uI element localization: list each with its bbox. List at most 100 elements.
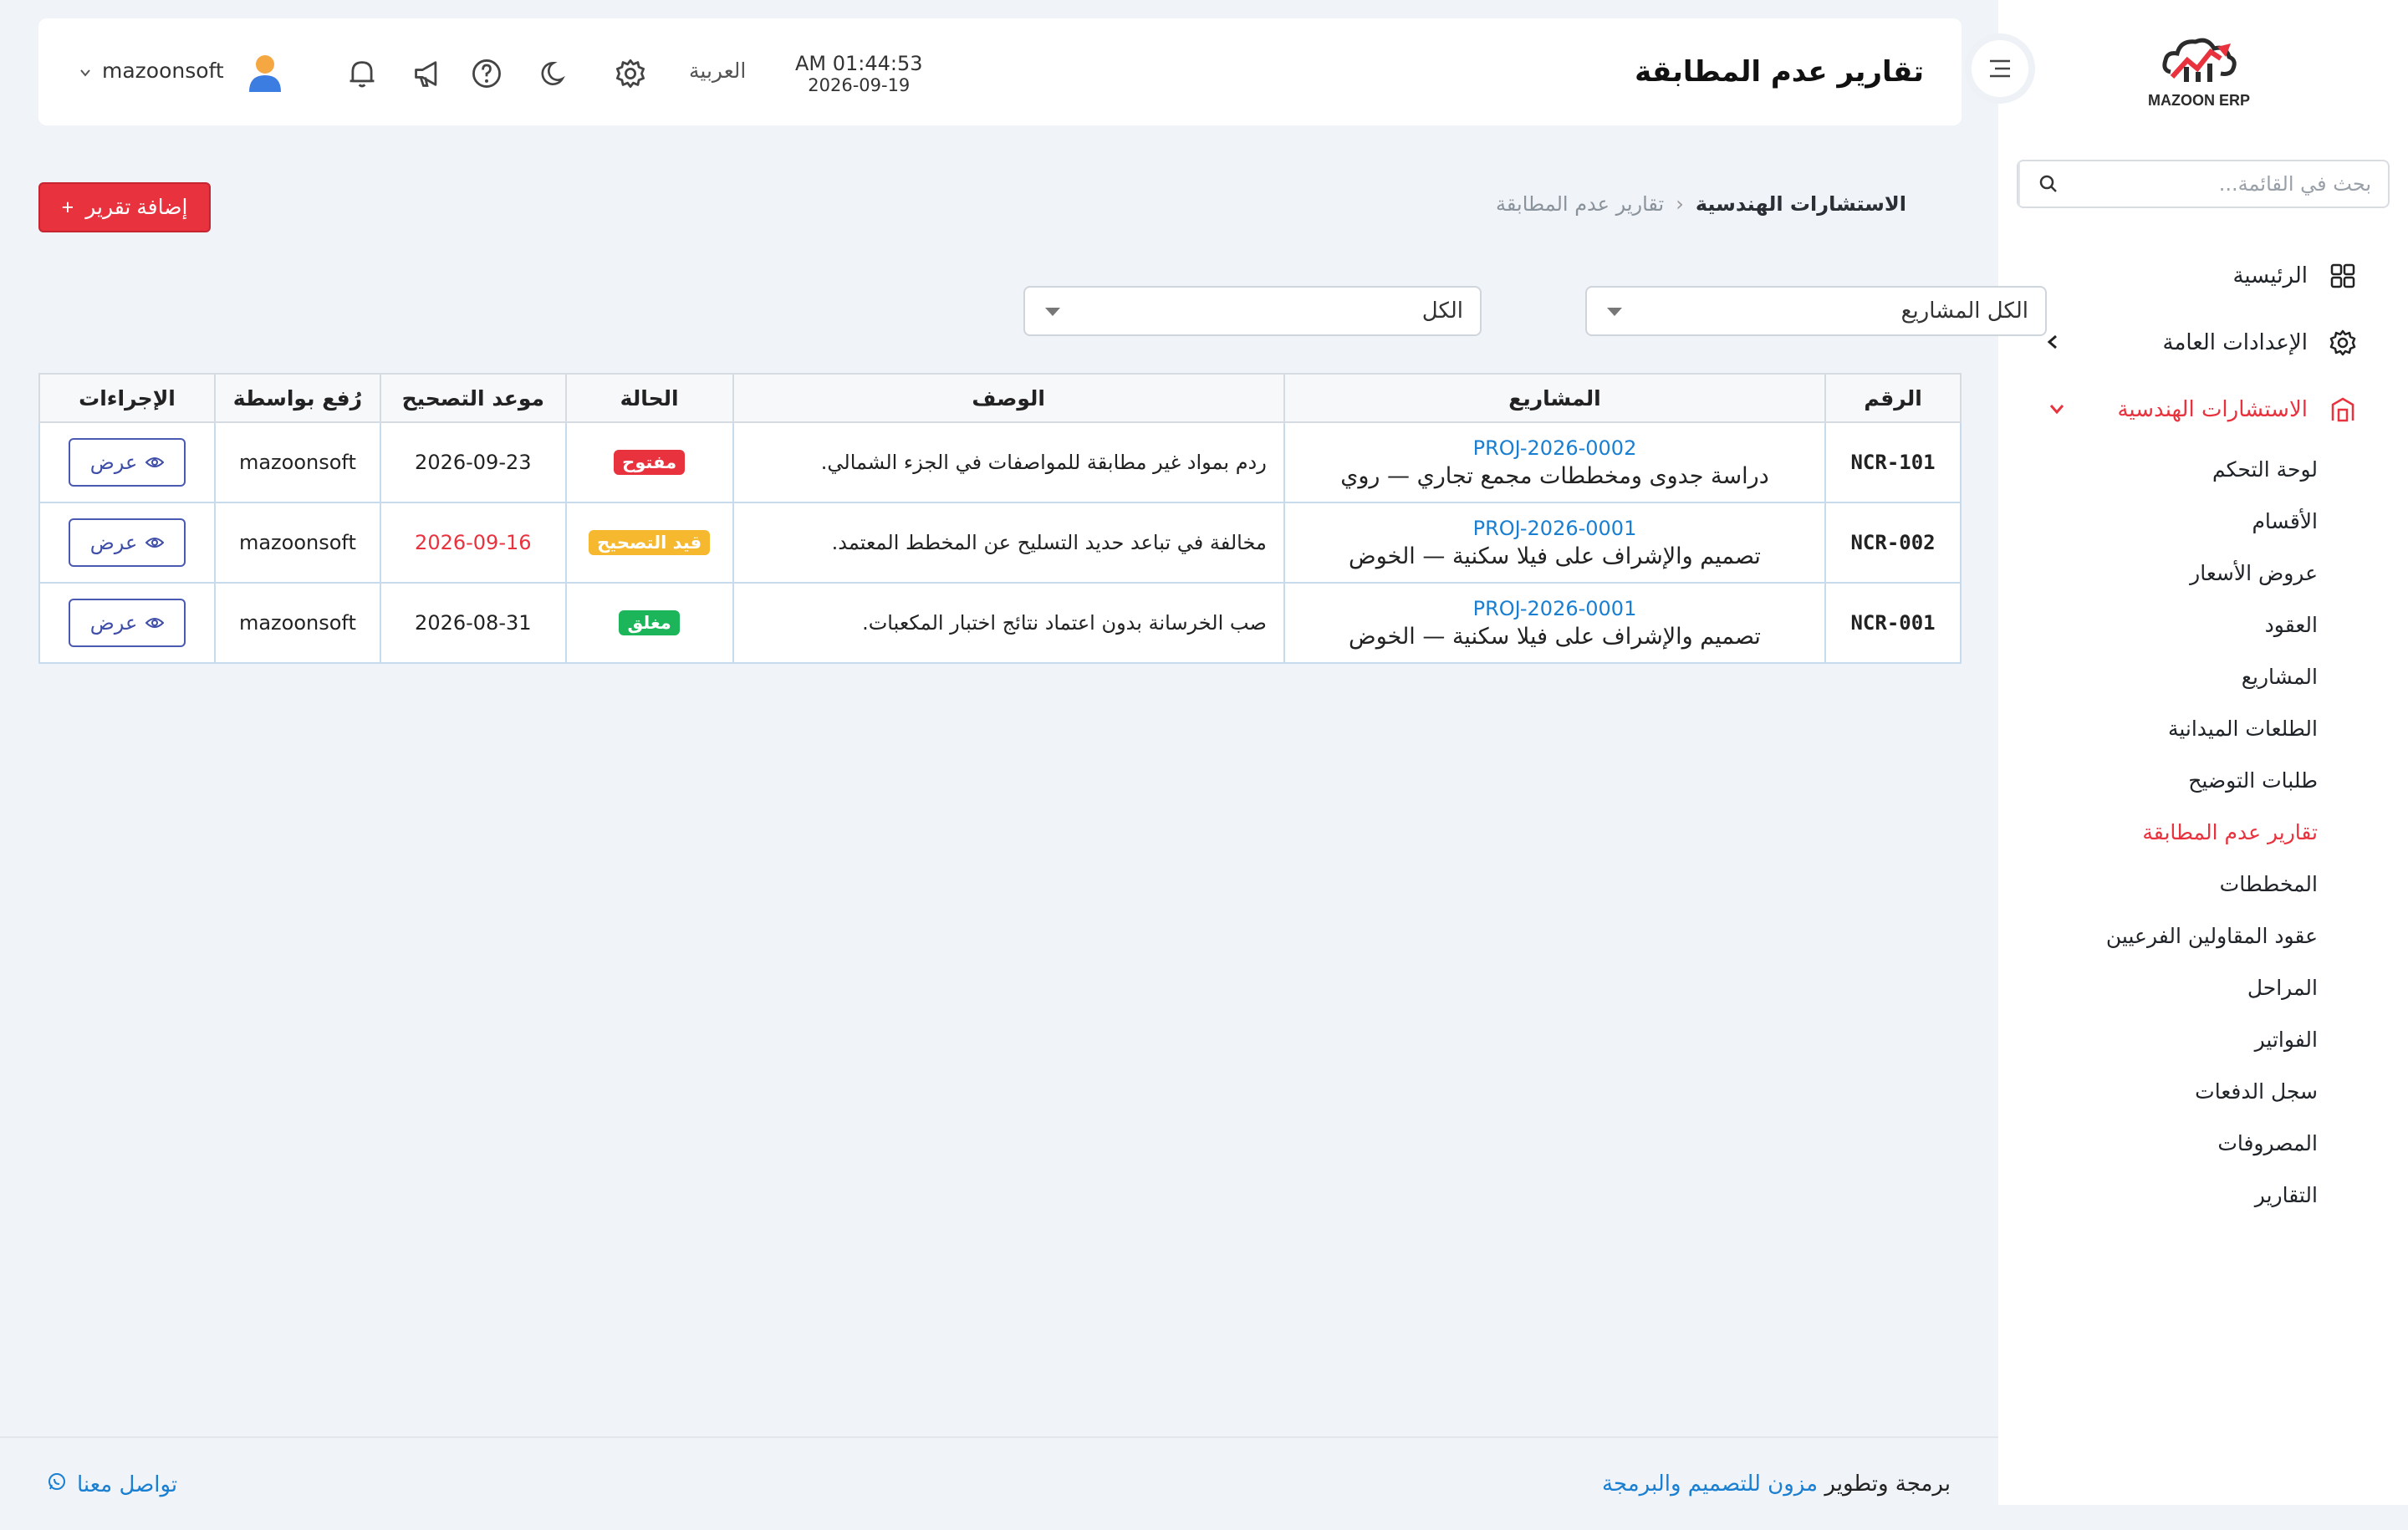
- sidebar-subitem[interactable]: طلبات التوضيح: [1998, 754, 2318, 806]
- ncr-number: NCR-002: [1824, 502, 1962, 584]
- chevron-left-icon: [2044, 329, 2061, 360]
- actions-cell: عرض: [38, 502, 216, 584]
- sidebar-item-label: الإعدادات العامة: [2162, 330, 2308, 355]
- sidebar-subitem-active[interactable]: تقارير عدم المطابقة: [1998, 806, 2318, 858]
- status-filter-select[interactable]: الكل: [1023, 286, 1482, 336]
- sidebar-subitem[interactable]: المصروفات: [1998, 1117, 2318, 1169]
- status-cell: قيد التصحيح: [564, 502, 734, 584]
- caret-down-icon: [1045, 308, 1060, 316]
- contact-link[interactable]: تواصل معنا: [47, 1471, 177, 1497]
- sidebar-search[interactable]: [2017, 160, 2390, 208]
- sidebar-subitem[interactable]: عروض الأسعار: [1998, 547, 2318, 599]
- project-code-link[interactable]: PROJ-2026-0001: [1285, 597, 1824, 620]
- project-name: تصميم والإشراف على فيلا سكنية — الخوض: [1349, 623, 1761, 650]
- gear-icon[interactable]: [612, 55, 649, 92]
- sidebar-subitem[interactable]: المشاريع: [1998, 650, 2318, 702]
- description: صب الخرسانة بدون اعتماد نتائج اختبار الم…: [732, 582, 1285, 664]
- sidebar-item-home[interactable]: الرئيسية: [1998, 242, 2408, 309]
- column-header[interactable]: رُفع بواسطة: [213, 373, 381, 423]
- sidebar-subitem[interactable]: الفواتير: [1998, 1013, 2318, 1065]
- project-filter-value: الكل المشاريع: [1900, 298, 2028, 324]
- project-cell: PROJ-2026-0002 دراسة جدوى ومخططات مجمع ت…: [1283, 421, 1827, 503]
- due-date: 2026-08-31: [379, 582, 567, 664]
- chevron-down-icon: [2044, 396, 2069, 427]
- breadcrumb-current: تقارير عدم المطابقة: [1496, 192, 1665, 216]
- project-filter-select[interactable]: الكل المشاريع: [1585, 286, 2047, 336]
- sidebar-subitem[interactable]: الطلعات الميدانية: [1998, 702, 2318, 754]
- gear-icon: [2328, 328, 2358, 358]
- column-header[interactable]: المشاريع: [1283, 373, 1827, 423]
- description: ردم بمواد غير مطابقة للمواصفات في الجزء …: [732, 421, 1285, 503]
- project-name: دراسة جدوى ومخططات مجمع تجاري — روي: [1340, 462, 1769, 489]
- plus-icon: +: [61, 195, 74, 219]
- column-header[interactable]: موعد التصحيح: [379, 373, 567, 423]
- building-icon: [2328, 395, 2358, 425]
- status-badge: مفتوح: [614, 450, 686, 475]
- credit-prefix: برمجة وتطوير: [1824, 1471, 1951, 1497]
- column-header[interactable]: الرقم: [1824, 373, 1962, 423]
- add-report-button[interactable]: إضافة تقرير +: [38, 182, 211, 232]
- language-switch[interactable]: العربية: [689, 59, 746, 83]
- ncr-number: NCR-001: [1824, 582, 1962, 664]
- username: mazoonsoft: [102, 59, 224, 83]
- breadcrumb-parent[interactable]: الاستشارات الهندسية: [1696, 192, 1906, 216]
- search-icon[interactable]: [2018, 161, 2077, 207]
- sidebar-subitem[interactable]: الأقسام: [1998, 495, 2318, 547]
- sidebar-subitem[interactable]: العقود: [1998, 599, 2318, 650]
- sidebar-search-input[interactable]: [2077, 163, 2388, 205]
- ncr-table: الرقم المشاريع الوصف الحالة موعد التصحيح…: [38, 373, 1962, 664]
- column-header[interactable]: الوصف: [732, 373, 1285, 423]
- status-filter-value: الكل: [1421, 298, 1463, 324]
- user-menu[interactable]: mazoonsoft: [79, 59, 224, 83]
- column-header[interactable]: الحالة: [564, 373, 734, 423]
- description: مخالفة في تباعد حديد التسليح عن المخطط ا…: [732, 502, 1285, 584]
- clock-time: AM 01:44:53: [795, 52, 923, 75]
- sidebar-subitem[interactable]: المراحل: [1998, 961, 2318, 1013]
- actions-cell: عرض: [38, 582, 216, 664]
- view-button[interactable]: عرض: [68, 599, 186, 647]
- logo[interactable]: MAZOON ERP: [2145, 33, 2253, 113]
- sidebar-subitem[interactable]: سجل الدفعات: [1998, 1065, 2318, 1117]
- sidebar-menu: الرئيسية الإعدادات العامة الاستشارات اله…: [1998, 242, 2408, 1221]
- sidebar-item-general-settings[interactable]: الإعدادات العامة: [1998, 309, 2408, 376]
- sidebar-subitem[interactable]: عقود المقاولين الفرعيين: [1998, 910, 2318, 961]
- avatar[interactable]: [244, 52, 286, 94]
- footer: برمجة وتطوير مزون للتصميم والبرمجة تواصل…: [0, 1436, 1998, 1530]
- project-cell: PROJ-2026-0001 تصميم والإشراف على فيلا س…: [1283, 582, 1827, 664]
- help-icon[interactable]: [468, 55, 505, 92]
- clock: AM 01:44:53 2026-09-19: [795, 52, 923, 95]
- status-cell: مفتوح: [564, 421, 734, 503]
- logo-text: MAZOON ERP: [2147, 92, 2250, 109]
- actions-cell: عرض: [38, 421, 216, 503]
- due-date-overdue: 2026-09-16: [379, 502, 567, 584]
- moon-icon[interactable]: [537, 55, 574, 92]
- credit-link[interactable]: مزون للتصميم والبرمجة: [1602, 1471, 1818, 1497]
- page-title: تقارير عدم المطابقة: [1635, 55, 1924, 89]
- sidebar-submenu: لوحة التحكم الأقسام عروض الأسعار العقود …: [1998, 443, 2408, 1221]
- ncr-number: NCR-101: [1824, 421, 1962, 503]
- uploaded-by: mazoonsoft: [213, 421, 381, 503]
- project-code-link[interactable]: PROJ-2026-0002: [1285, 436, 1824, 460]
- chevron-down-icon: [79, 59, 92, 83]
- top-header: تقارير عدم المطابقة AM 01:44:53 2026-09-…: [38, 18, 1962, 125]
- view-button[interactable]: عرض: [68, 438, 186, 487]
- status-cell: مغلق: [564, 582, 734, 664]
- table-row: NCR-101 PROJ-2026-0002 دراسة جدوى ومخططا…: [38, 421, 1962, 503]
- sidebar-subitem[interactable]: لوحة التحكم: [1998, 443, 2318, 495]
- project-cell: PROJ-2026-0001 تصميم والإشراف على فيلا س…: [1283, 502, 1827, 584]
- eye-icon: [145, 451, 165, 474]
- bell-icon[interactable]: [344, 55, 380, 92]
- footer-credit: برمجة وتطوير مزون للتصميم والبرمجة: [1602, 1471, 1951, 1497]
- view-button[interactable]: عرض: [68, 518, 186, 567]
- status-badge: قيد التصحيح: [589, 530, 711, 555]
- sidebar-item-engineering[interactable]: الاستشارات الهندسية: [1998, 376, 2408, 443]
- project-code-link[interactable]: PROJ-2026-0001: [1285, 517, 1824, 540]
- sidebar-subitem[interactable]: التقارير: [1998, 1169, 2318, 1221]
- grid-icon: [2328, 261, 2358, 291]
- add-report-label: إضافة تقرير: [85, 196, 188, 219]
- menu-toggle-button[interactable]: [1965, 33, 2035, 104]
- whatsapp-icon: [47, 1471, 67, 1497]
- clock-date: 2026-09-19: [808, 75, 911, 95]
- sidebar-subitem[interactable]: المخططات: [1998, 858, 2318, 910]
- megaphone-icon[interactable]: [410, 55, 446, 92]
